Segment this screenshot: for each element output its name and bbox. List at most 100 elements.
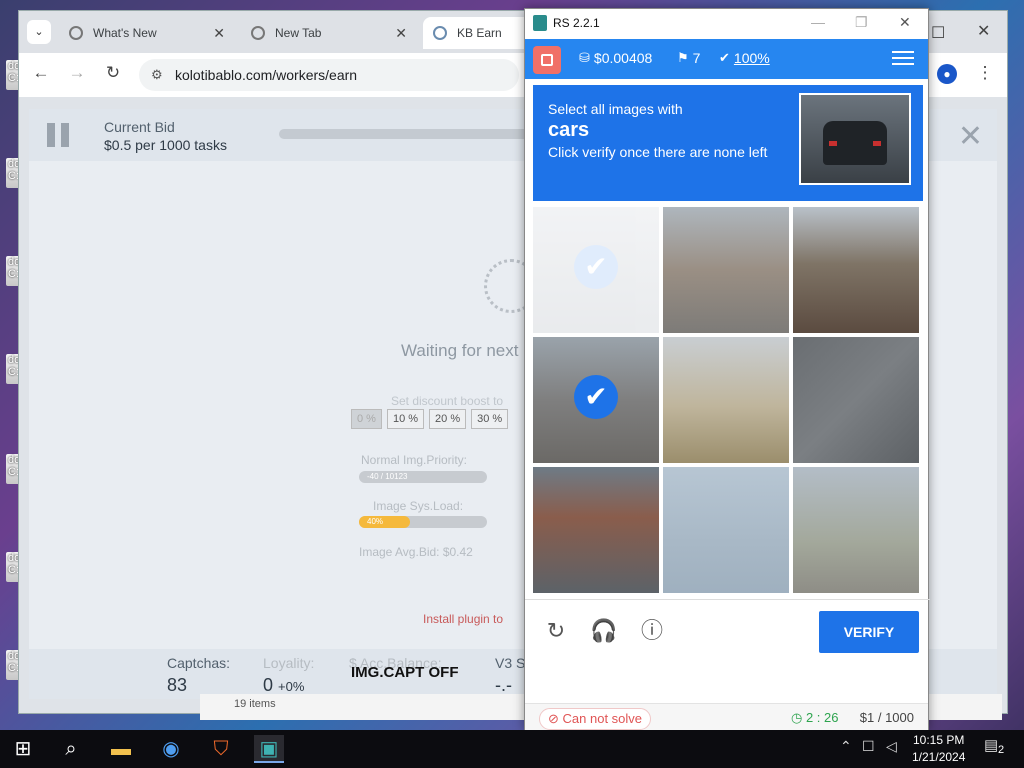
notifications-count: 2: [998, 744, 1005, 756]
volume-muted-icon[interactable]: ◁: [886, 738, 897, 755]
clock-icon: ◷: [791, 710, 803, 725]
sys-load-bar: 40%: [359, 516, 487, 528]
captcha-tile[interactable]: [663, 207, 789, 333]
rs-app-icon[interactable]: ▣: [254, 735, 284, 763]
tab-new-tab[interactable]: New Tab ✕: [241, 17, 417, 49]
pause-icon[interactable]: [47, 123, 69, 147]
taskbar-clock[interactable]: 10:15 PM 1/21/2024: [912, 732, 965, 766]
balance-item: ⛁ $0.00408: [579, 50, 652, 66]
timer-value: 2 : 26: [805, 710, 839, 725]
network-icon[interactable]: ☐: [862, 738, 875, 755]
site-info-icon[interactable]: ⚙: [151, 59, 163, 91]
menu-dots-icon[interactable]: ⋮: [973, 63, 997, 83]
rs-title: RS 2.2.1: [553, 16, 600, 30]
sample-car-image: [799, 93, 911, 185]
count-item: ⚑ 7: [677, 50, 700, 66]
timer: ◷ 2 : 26: [791, 710, 839, 726]
search-icon[interactable]: ⌕: [56, 735, 86, 763]
tab-search-button[interactable]: ⌄: [27, 20, 51, 44]
notifications-icon[interactable]: ▤: [984, 736, 998, 754]
selected-check-icon: ✔: [574, 375, 618, 419]
reload-challenge-icon[interactable]: ↻: [541, 616, 571, 646]
captcha-tile[interactable]: [533, 467, 659, 593]
rate-value: $1 / 1000: [859, 710, 914, 725]
back-icon[interactable]: ←: [29, 63, 53, 83]
instruction-line1: Select all images with: [548, 101, 683, 117]
rs-logo-icon: [533, 15, 547, 31]
discount-option[interactable]: 10 %: [386, 409, 425, 429]
captcha-tile[interactable]: ✔: [533, 337, 659, 463]
chrome-icon[interactable]: ◉: [156, 735, 186, 763]
captcha-footer: ↻ 🎧 ⓘ VERIFY: [525, 599, 930, 665]
audio-headphones-icon[interactable]: 🎧: [589, 616, 619, 646]
brave-icon[interactable]: ⛉: [206, 735, 236, 763]
normal-priority-bar: -40 / 10123: [359, 471, 487, 483]
clock-date: 1/21/2024: [912, 750, 966, 764]
captcha-tile[interactable]: [663, 467, 789, 593]
hamburger-menu-icon[interactable]: [892, 47, 914, 69]
tab-whats-new[interactable]: What's New ✕: [59, 17, 235, 49]
balance-value: $0.00408: [593, 50, 653, 66]
rs-toolbar: ⛁ $0.00408 ⚑ 7 ✔ 100%: [525, 39, 928, 79]
windows-start-icon[interactable]: ⊞: [8, 735, 38, 763]
count-value: 7: [692, 50, 701, 66]
loyalty-value: 0 +0%: [263, 675, 305, 695]
close-icon[interactable]: ✕: [958, 119, 983, 154]
tab-label: What's New: [93, 26, 157, 40]
normal-priority-label: Normal Img.Priority:: [361, 453, 468, 467]
v3-value: -.-: [495, 675, 512, 695]
reload-icon[interactable]: ↻: [101, 63, 125, 83]
ban-icon: ⊘: [548, 711, 559, 726]
discount-option[interactable]: 30 %: [471, 409, 509, 429]
captcha-tile[interactable]: [793, 467, 919, 593]
accuracy-value[interactable]: 100%: [734, 50, 770, 66]
waiting-text: Waiting for next: [401, 341, 519, 360]
profile-icon[interactable]: ●: [937, 64, 957, 84]
avg-bid-label: Image Avg.Bid: $0.42: [359, 545, 473, 559]
captcha-tile[interactable]: [663, 337, 789, 463]
discount-option[interactable]: 0 %: [351, 409, 382, 429]
discount-option[interactable]: 20 %: [429, 409, 467, 429]
forward-icon[interactable]: →: [65, 63, 89, 83]
chrome-icon: [69, 26, 83, 40]
close-tab-icon[interactable]: ✕: [213, 25, 225, 42]
url-field[interactable]: ⚙ kolotibablo.com/workers/earn: [139, 59, 519, 91]
current-bid-label: Current Bid: [104, 119, 175, 135]
sys-load-label: Image Sys.Load:: [373, 499, 464, 513]
captcha-tile[interactable]: ✔: [533, 207, 659, 333]
target-label: cars: [548, 119, 590, 141]
current-bid-value: $0.5 per 1000 tasks: [104, 137, 227, 153]
selected-check-icon: ✔: [574, 245, 618, 289]
captcha-tile[interactable]: [793, 207, 919, 333]
close-window-icon[interactable]: ✕: [899, 14, 911, 31]
accuracy-item: ✔ 100%: [719, 50, 770, 66]
instruction-line2: Click verify once there are none left: [548, 144, 768, 160]
cannot-solve-button[interactable]: ⊘ Can not solve: [539, 708, 652, 730]
close-tab-icon[interactable]: ✕: [395, 25, 407, 42]
tray-chevron-icon[interactable]: ⌃: [840, 738, 852, 755]
flag-icon: ⚑: [677, 50, 689, 65]
tab-kb-earn[interactable]: KB Earn: [423, 17, 533, 49]
loyalty-label: Loyality:: [263, 655, 315, 671]
captcha-tile[interactable]: [793, 337, 919, 463]
chrome-icon: [251, 26, 265, 40]
maximize-icon[interactable]: ☐: [931, 23, 945, 43]
info-icon[interactable]: ⓘ: [637, 616, 667, 646]
check-circle-icon: ✔: [719, 50, 730, 65]
url-text: kolotibablo.com/workers/earn: [175, 67, 358, 83]
task-progress-bar: [279, 129, 539, 139]
restore-icon[interactable]: ❐: [855, 14, 868, 31]
v3-label: V3 S: [495, 655, 526, 671]
normal-priority-value: -40 / 10123: [367, 472, 408, 481]
install-plugin-link[interactable]: Install plugin to: [423, 612, 503, 626]
verify-button[interactable]: VERIFY: [819, 611, 919, 653]
stop-button[interactable]: [533, 46, 561, 74]
close-window-icon[interactable]: ✕: [977, 21, 990, 41]
minimize-icon[interactable]: —: [811, 14, 825, 30]
img-capt-status: IMG.CAPT OFF: [351, 664, 459, 681]
captcha-header: Select all images with cars Click verify…: [533, 85, 923, 201]
captchas-label: Captchas:: [167, 655, 231, 671]
discount-label: Set discount boost to: [391, 394, 504, 408]
taskbar: ⊞ ⌕ ▬ ◉ ⛉ ▣ ⌃ ☐ ◁ 10:15 PM 1/21/2024 ▤ 2: [0, 730, 1024, 768]
file-explorer-icon[interactable]: ▬: [106, 735, 136, 763]
